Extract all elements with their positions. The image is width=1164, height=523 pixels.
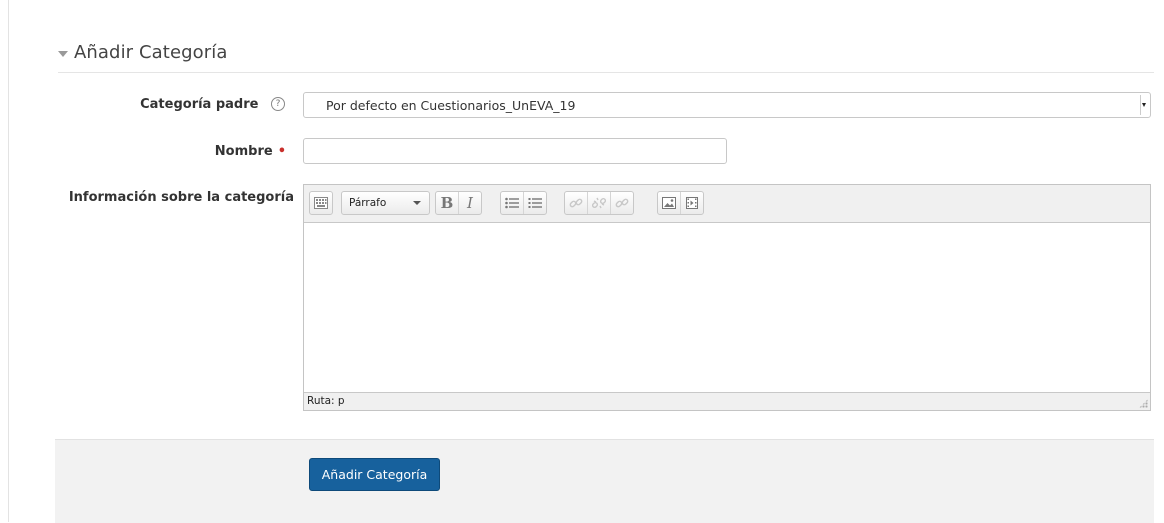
info-label-row: Información sobre la categoría (69, 190, 294, 205)
editor-toolbar: Párrafo B I (304, 185, 1150, 223)
parent-category-select[interactable]: Por defecto en Cuestionarios_UnEVA_19 (303, 92, 1151, 118)
required-icon: • (277, 144, 286, 159)
page-left-border (8, 0, 9, 522)
info-label: Información sobre la categoría (68, 190, 294, 205)
name-label-row: Nombre • (215, 144, 286, 159)
resize-handle-icon[interactable] (1139, 399, 1148, 408)
rich-text-editor: Párrafo B I Ruta: p (303, 184, 1151, 411)
question-circle-icon[interactable]: ? (271, 96, 285, 111)
editor-path: Ruta: p (307, 395, 345, 407)
section-divider (58, 72, 1154, 73)
image-icon[interactable] (658, 192, 680, 214)
name-input[interactable] (303, 138, 727, 164)
paragraph-format-value: Párrafo (349, 197, 387, 209)
media-group (657, 191, 704, 215)
parent-category-label-row: Categoría padre ? (140, 96, 285, 112)
parent-category-label: Categoría padre (140, 97, 259, 112)
collapse-caret-icon[interactable] (58, 50, 68, 57)
link-group (564, 191, 634, 215)
editor-content-area[interactable] (304, 223, 1150, 392)
link-icon[interactable] (565, 192, 587, 214)
format-group: Párrafo (341, 191, 430, 215)
toolbar-toggle-group (309, 191, 333, 215)
paragraph-format-select[interactable]: Párrafo (342, 192, 429, 214)
editor-status-bar: Ruta: p (304, 392, 1150, 410)
ordered-list-icon[interactable] (523, 192, 546, 214)
section-title: Añadir Categoría (74, 42, 228, 63)
chevron-down-icon (1140, 95, 1147, 115)
style-group: B I (435, 191, 482, 215)
name-label: Nombre (214, 144, 273, 159)
media-icon[interactable] (680, 192, 703, 214)
keyboard-toolbar-toggle-icon[interactable] (310, 192, 332, 214)
section-header[interactable]: Añadir Categoría (58, 42, 228, 63)
form-actions-panel (55, 439, 1154, 523)
bold-button[interactable]: B (436, 192, 458, 214)
unlink-icon[interactable] (587, 192, 610, 214)
anchor-link-icon[interactable] (610, 192, 633, 214)
add-category-button[interactable]: Añadir Categoría (309, 458, 440, 491)
parent-category-value: Por defecto en Cuestionarios_UnEVA_19 (326, 98, 576, 113)
list-group (500, 191, 547, 215)
italic-button[interactable]: I (458, 192, 481, 214)
unordered-list-icon[interactable] (501, 192, 523, 214)
